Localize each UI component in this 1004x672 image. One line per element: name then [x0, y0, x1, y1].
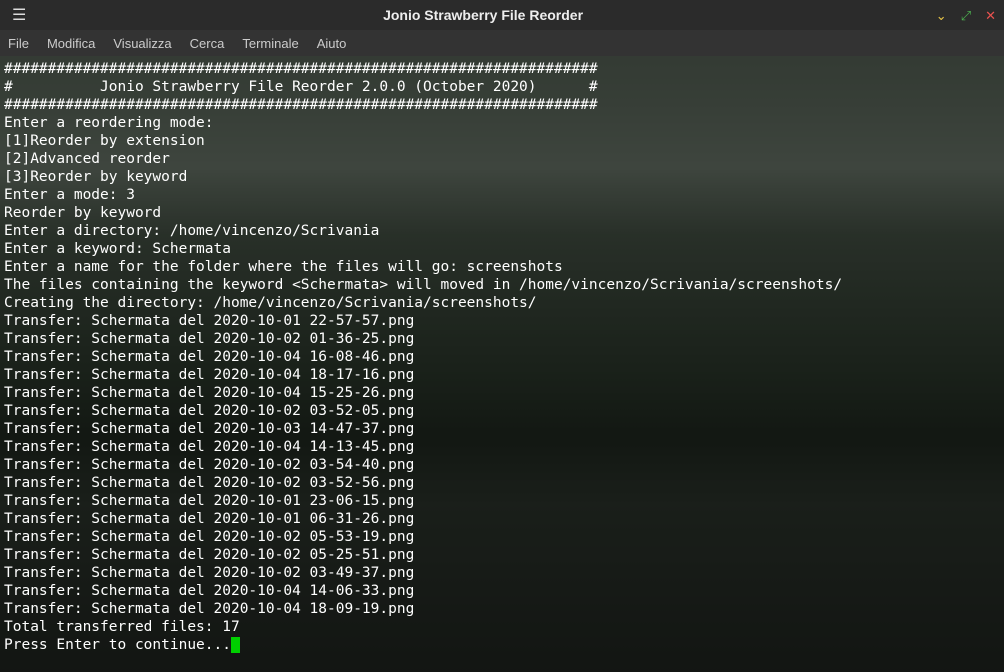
terminal-line: Reorder by keyword — [4, 204, 1000, 222]
terminal-output[interactable]: ########################################… — [0, 56, 1004, 672]
menubar: File Modifica Visualizza Cerca Terminale… — [0, 30, 1004, 56]
terminal-line: [2]Advanced reorder — [4, 150, 1000, 168]
menu-terminale[interactable]: Terminale — [242, 36, 298, 51]
terminal-line: Transfer: Schermata del 2020-10-02 05-25… — [4, 546, 1000, 564]
terminal-line: ########################################… — [4, 60, 1000, 78]
terminal-line: Enter a mode: 3 — [4, 186, 1000, 204]
terminal-line: Transfer: Schermata del 2020-10-02 03-52… — [4, 402, 1000, 420]
menu-visualizza[interactable]: Visualizza — [113, 36, 171, 51]
terminal-line: Transfer: Schermata del 2020-10-02 05-53… — [4, 528, 1000, 546]
terminal-line: Enter a name for the folder where the fi… — [4, 258, 1000, 276]
terminal-line: Transfer: Schermata del 2020-10-04 16-08… — [4, 348, 1000, 366]
terminal-line: Transfer: Schermata del 2020-10-04 18-17… — [4, 366, 1000, 384]
window-title: Jonio Strawberry File Reorder — [30, 7, 935, 23]
terminal-line: Transfer: Schermata del 2020-10-04 14-13… — [4, 438, 1000, 456]
terminal-line: ########################################… — [4, 96, 1000, 114]
terminal-line: [1]Reorder by extension — [4, 132, 1000, 150]
terminal-line: Enter a reordering mode: — [4, 114, 1000, 132]
terminal-line: Transfer: Schermata del 2020-10-01 22-57… — [4, 312, 1000, 330]
cursor-icon — [231, 637, 240, 653]
menu-aiuto[interactable]: Aiuto — [317, 36, 347, 51]
terminal-line: The files containing the keyword <Scherm… — [4, 276, 1000, 294]
titlebar: ☰ Jonio Strawberry File Reorder ⌄ ⤢ ✕ — [0, 0, 1004, 30]
terminal-line: Transfer: Schermata del 2020-10-03 14-47… — [4, 420, 1000, 438]
terminal-line: Creating the directory: /home/vincenzo/S… — [4, 294, 1000, 312]
close-icon[interactable]: ✕ — [985, 9, 996, 22]
menu-modifica[interactable]: Modifica — [47, 36, 95, 51]
menu-file[interactable]: File — [8, 36, 29, 51]
terminal-line: Transfer: Schermata del 2020-10-04 15-25… — [4, 384, 1000, 402]
maximize-icon[interactable]: ⤢ — [961, 9, 971, 22]
terminal-line: # Jonio Strawberry File Reorder 2.0.0 (O… — [4, 78, 1000, 96]
terminal-line: Enter a keyword: Schermata — [4, 240, 1000, 258]
terminal-line: Transfer: Schermata del 2020-10-02 01-36… — [4, 330, 1000, 348]
terminal-line: Enter a directory: /home/vincenzo/Scriva… — [4, 222, 1000, 240]
hamburger-icon[interactable]: ☰ — [8, 5, 30, 25]
terminal-line: Transfer: Schermata del 2020-10-04 18-09… — [4, 600, 1000, 618]
terminal-line: Transfer: Schermata del 2020-10-02 03-54… — [4, 456, 1000, 474]
terminal-line: Transfer: Schermata del 2020-10-02 03-49… — [4, 564, 1000, 582]
terminal-line: [3]Reorder by keyword — [4, 168, 1000, 186]
menu-cerca[interactable]: Cerca — [190, 36, 225, 51]
terminal-line: Press Enter to continue... — [4, 636, 1000, 654]
window-controls: ⌄ ⤢ ✕ — [936, 9, 996, 22]
minimize-icon[interactable]: ⌄ — [936, 9, 947, 22]
terminal-line: Transfer: Schermata del 2020-10-01 23-06… — [4, 492, 1000, 510]
terminal-line: Total transferred files: 17 — [4, 618, 1000, 636]
terminal-line: Transfer: Schermata del 2020-10-01 06-31… — [4, 510, 1000, 528]
terminal-line: Transfer: Schermata del 2020-10-02 03-52… — [4, 474, 1000, 492]
terminal-line: Transfer: Schermata del 2020-10-04 14-06… — [4, 582, 1000, 600]
